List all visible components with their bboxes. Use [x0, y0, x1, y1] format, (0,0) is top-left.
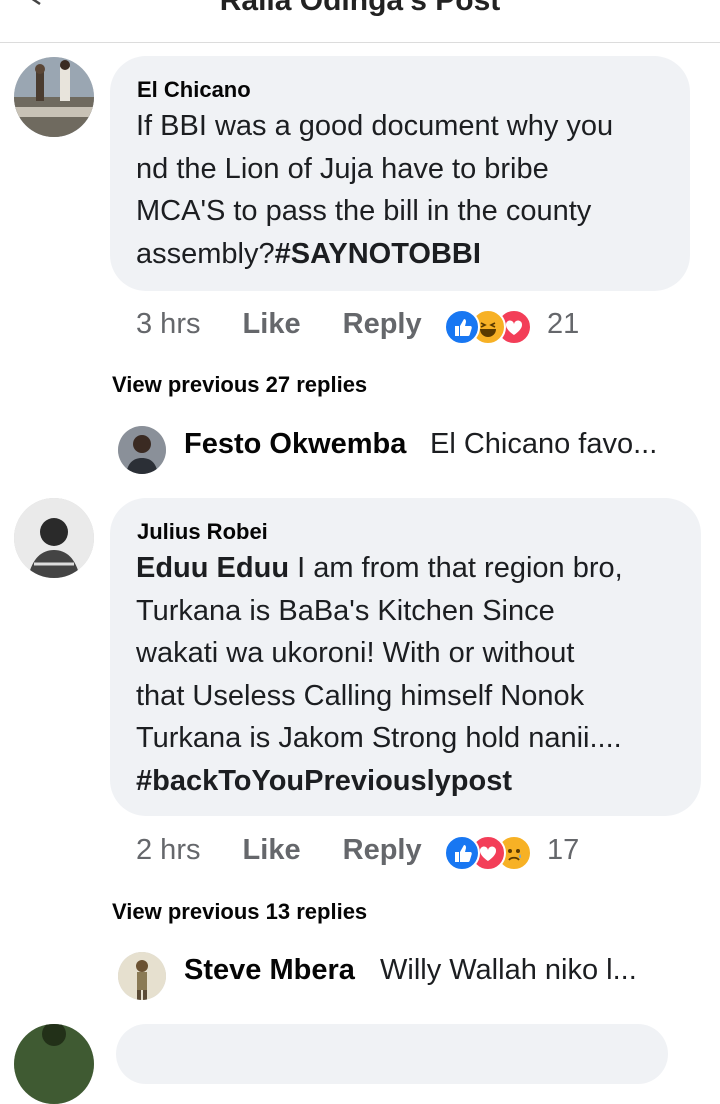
comment-author[interactable]: El Chicano	[137, 77, 251, 103]
top-bar: Raila Odinga's Post	[0, 0, 720, 43]
page-title: Raila Odinga's Post	[219, 0, 501, 17]
reply-button[interactable]: Reply	[343, 834, 422, 866]
comment-meta: 2 hrs Like Reply	[136, 834, 422, 867]
reply-author[interactable]: Festo Okwemba	[184, 428, 406, 461]
reply-button[interactable]: Reply	[343, 308, 422, 340]
comment-meta: 3 hrs Like Reply	[136, 308, 422, 341]
like-reaction-icon	[444, 309, 480, 345]
view-previous-replies[interactable]: View previous 13 replies	[112, 899, 367, 925]
comment-bubble	[116, 1024, 668, 1084]
view-previous-replies[interactable]: View previous 27 replies	[112, 372, 367, 398]
avatar[interactable]	[14, 1024, 94, 1104]
mention-link[interactable]: Eduu Eduu	[136, 552, 289, 584]
comment-text: If BBI was a good document why you nd th…	[136, 110, 614, 270]
like-button[interactable]: Like	[243, 308, 301, 340]
reply-snippet: Willy Wallah niko l...	[380, 954, 637, 986]
avatar	[118, 952, 166, 1000]
like-reaction-icon	[444, 835, 480, 871]
reply-snippet: El Chicano favo...	[430, 428, 658, 460]
avatar[interactable]	[14, 57, 94, 137]
reaction-icons[interactable]	[444, 835, 539, 871]
reply-preview[interactable]: Festo Okwemba El Chicano favo...	[118, 426, 698, 476]
timestamp: 3 hrs	[136, 308, 201, 340]
avatar	[118, 426, 166, 474]
avatar[interactable]	[14, 498, 94, 578]
hashtag-link[interactable]: #backToYouPreviouslypost	[136, 765, 512, 797]
hashtag-link[interactable]: #SAYNOTOBBI	[275, 238, 481, 270]
comment-author[interactable]: Julius Robei	[137, 519, 268, 545]
reply-preview[interactable]: Steve Mbera Willy Wallah niko l...	[118, 952, 698, 1002]
like-button[interactable]: Like	[243, 834, 301, 866]
reaction-count[interactable]: 21	[547, 308, 579, 341]
comment-text: Eduu Eduu I am from that region bro, Tur…	[136, 552, 623, 797]
reaction-count[interactable]: 17	[547, 834, 579, 867]
reaction-icons[interactable]	[444, 309, 539, 345]
timestamp: 2 hrs	[136, 834, 201, 866]
reply-author[interactable]: Steve Mbera	[184, 954, 355, 987]
